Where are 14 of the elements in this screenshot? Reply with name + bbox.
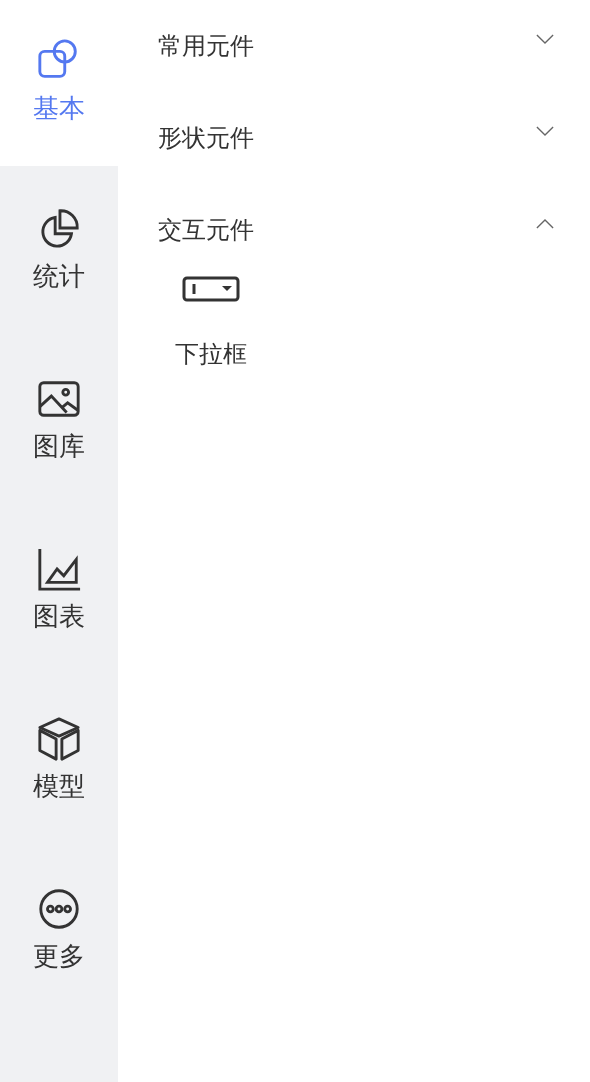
dropdown-icon[interactable]	[182, 276, 240, 302]
sidebar-item[interactable]: 图库	[0, 336, 118, 506]
sidebar-item[interactable]: 基本	[0, 0, 118, 166]
section-header[interactable]: 常用元件	[158, 0, 554, 92]
line-chart-icon	[36, 546, 82, 592]
more-icon	[36, 886, 82, 932]
sidebar-item[interactable]: 统计	[0, 166, 118, 336]
component-label: 下拉框	[175, 339, 247, 370]
section-header[interactable]: 交互元件	[158, 184, 554, 276]
cube-icon	[36, 716, 82, 762]
sidebar-item[interactable]: 图表	[0, 506, 118, 676]
section-header[interactable]: 形状元件	[158, 92, 554, 184]
sidebar-item[interactable]: 更多	[0, 846, 118, 1016]
sidebar-item[interactable]: 模型	[0, 676, 118, 846]
